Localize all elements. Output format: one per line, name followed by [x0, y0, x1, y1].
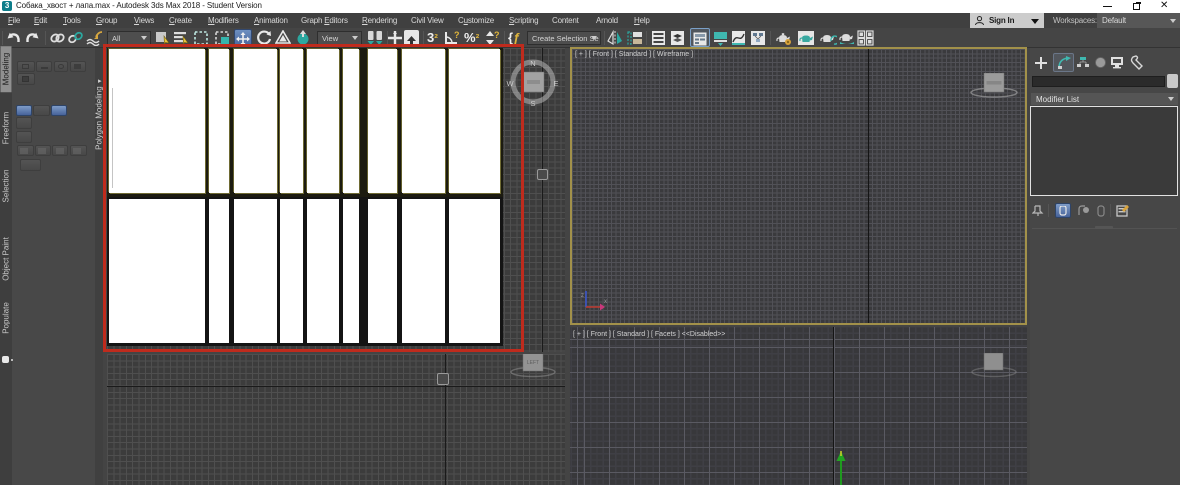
svg-text:S: S	[530, 99, 535, 108]
svg-text:LEFT: LEFT	[527, 360, 539, 366]
svg-text:z: z	[581, 293, 584, 299]
svg-text:?: ?	[454, 30, 460, 40]
svg-text:x: x	[604, 299, 607, 305]
svg-text:E: E	[553, 79, 558, 88]
svg-text:N: N	[530, 59, 535, 68]
svg-text:?: ?	[494, 30, 500, 40]
